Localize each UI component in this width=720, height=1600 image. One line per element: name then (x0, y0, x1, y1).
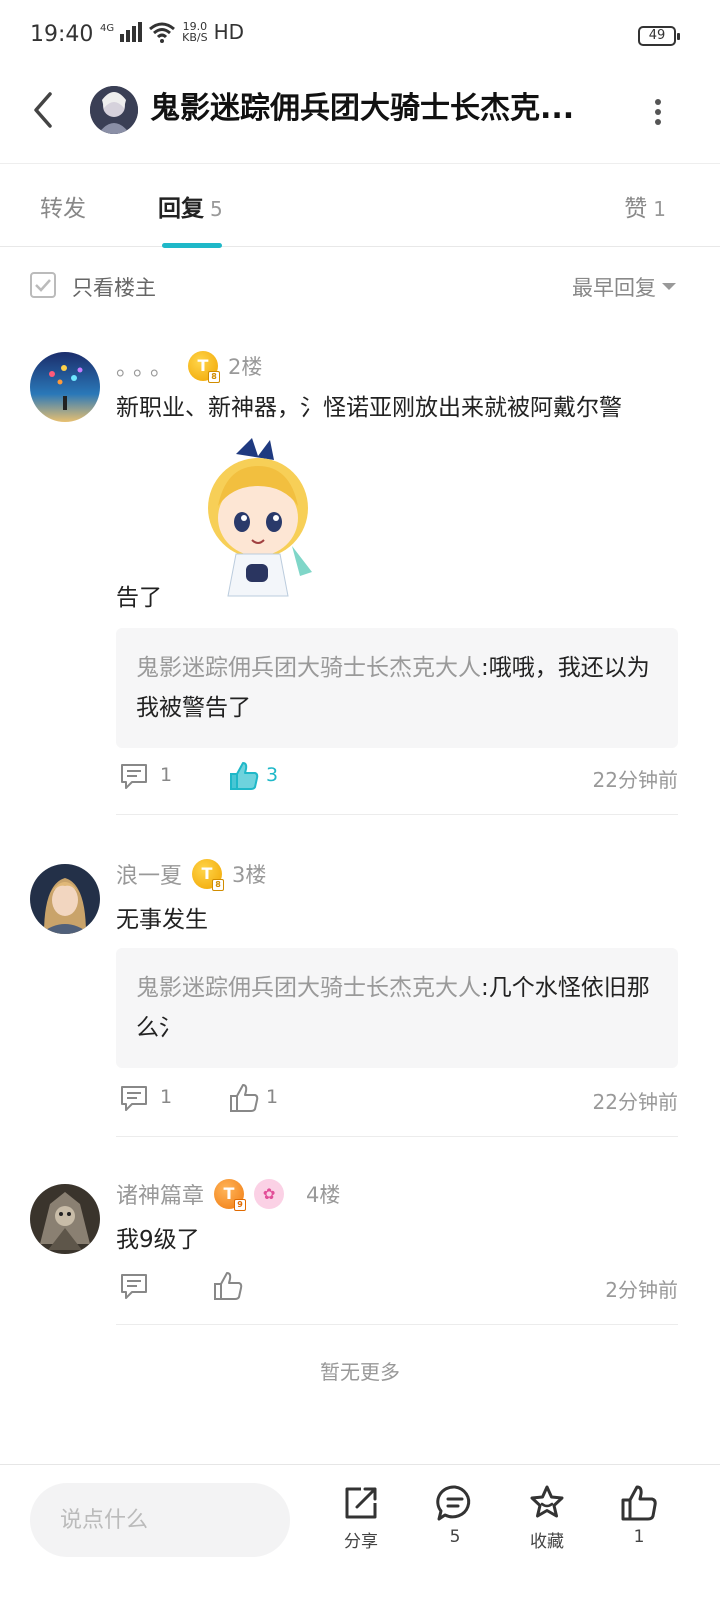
status-bar: 19:40 4G 19.0 KB/S HD 49 (0, 0, 720, 72)
avatar[interactable] (30, 352, 100, 422)
reply-meta: 诸神篇章 T9 ✿ 4楼 (116, 1178, 341, 1211)
level-badge-icon: T8 (188, 351, 221, 383)
reply-meta: 。。。 T8 2楼 (116, 350, 263, 383)
divider (116, 1136, 678, 1137)
username[interactable]: 浪一夏 (116, 858, 182, 890)
star-icon (530, 1485, 564, 1518)
badge-letter: T (197, 356, 209, 375)
avatar[interactable] (30, 864, 100, 934)
floor-number: 3楼 (232, 863, 267, 887)
comment-icon[interactable] (118, 760, 150, 792)
status-time: 19:40 (30, 22, 94, 47)
tab-likes[interactable]: 赞1 (624, 189, 666, 223)
like-count: 3 (266, 764, 279, 786)
sticker-image (196, 436, 330, 608)
avatar-image (90, 86, 138, 134)
username[interactable]: 。。。 (116, 350, 178, 382)
filter-row: 只看楼主 最早回复 (0, 248, 720, 324)
comments-count: 5 (449, 1527, 461, 1547)
tab-bar: 转发 回复 5 赞1 (0, 165, 720, 248)
reply-text-continued: 告了 (116, 585, 162, 611)
avatar[interactable] (30, 1184, 100, 1254)
back-icon[interactable] (26, 90, 66, 130)
tab-likes-label: 赞 (624, 196, 648, 222)
tab-replies-label: 回复 (158, 196, 204, 222)
avatar-image (30, 352, 100, 422)
comment-count: 1 (160, 1086, 173, 1108)
badge-mini: 9 (234, 1199, 247, 1211)
reply-actions: 2分钟前 (116, 1268, 678, 1308)
check-icon (35, 279, 51, 292)
badge-letter: T (201, 864, 213, 883)
caret-down-icon[interactable] (662, 283, 676, 290)
more-icon[interactable] (644, 96, 672, 128)
quoted-reply[interactable]: 鬼影迷踪佣兵团大骑士长杰克大人:哦哦，我还以为我被警告了 (116, 628, 678, 748)
thumbs-up-icon[interactable] (212, 1270, 244, 1302)
level-badge-icon: T8 (192, 859, 225, 891)
speed-unit: KB/S (182, 31, 208, 44)
thumbs-up-icon (621, 1485, 657, 1521)
network-speed: 19.0 KB/S (182, 21, 207, 43)
level-badge-icon: T9 (214, 1179, 247, 1211)
avatar-image (30, 864, 100, 934)
tab-replies-count: 5 (210, 197, 223, 221)
reply-time: 22分钟前 (592, 1090, 678, 1114)
reply-actions: 1 1 22分钟前 (116, 1080, 678, 1120)
only-op-checkbox[interactable] (30, 272, 56, 298)
reply-time: 22分钟前 (592, 768, 678, 792)
share-icon (345, 1487, 377, 1519)
thumbs-up-icon[interactable] (228, 1082, 260, 1114)
comment-icon[interactable] (118, 1270, 150, 1302)
top-nav: 鬼影迷踪佣兵团大骑士长杰克... (0, 72, 720, 164)
comment-count: 1 (160, 764, 173, 786)
quote-author[interactable]: 鬼影迷踪佣兵团大骑士长杰克大人 (136, 655, 481, 681)
reply-text: 无事发生 (116, 907, 208, 933)
reply-time: 2分钟前 (605, 1278, 678, 1302)
bottom-bar: 分享 5 收藏 1 (0, 1464, 720, 1600)
wifi-icon (149, 22, 176, 43)
page-title: 鬼影迷踪佣兵团大骑士长杰克... (150, 91, 575, 126)
quoted-reply[interactable]: 鬼影迷踪佣兵团大骑士长杰克大人:几个水怪依旧那么氵 (116, 948, 678, 1068)
comments-button[interactable]: 5 (420, 1483, 490, 1547)
fan-badge-icon: ✿ (254, 1179, 285, 1209)
badge-mini: 8 (208, 371, 221, 383)
floor-number: 2楼 (228, 355, 263, 379)
like-count: 1 (633, 1527, 645, 1547)
network-type: 4G (100, 23, 115, 34)
signal-icon (120, 22, 143, 42)
badge-letter: T (223, 1184, 235, 1203)
tab-repost[interactable]: 转发 (40, 189, 86, 223)
like-count: 1 (266, 1086, 279, 1108)
quote-author[interactable]: 鬼影迷踪佣兵团大骑士长杰克大人 (136, 975, 481, 1001)
header-avatar[interactable] (90, 86, 138, 134)
thumbs-up-icon[interactable] (228, 760, 260, 792)
favorite-button[interactable]: 收藏 (512, 1483, 582, 1552)
reply-text: 我9级了 (116, 1227, 200, 1253)
comment-icon[interactable] (118, 1082, 150, 1114)
tab-replies[interactable]: 回复 5 (158, 189, 223, 223)
reply-meta: 浪一夏 T8 3楼 (116, 858, 267, 891)
share-button[interactable]: 分享 (326, 1483, 396, 1552)
badge-mini: 8 (212, 879, 225, 891)
like-button[interactable]: 1 (604, 1483, 674, 1547)
reply-actions: 1 3 22分钟前 (116, 758, 678, 798)
username[interactable]: 诸神篇章 (116, 1178, 204, 1210)
chat-bubble-icon (436, 1485, 471, 1521)
favorite-label: 收藏 (530, 1532, 564, 1552)
only-op-label[interactable]: 只看楼主 (72, 272, 156, 302)
divider (116, 1324, 678, 1325)
status-icons: 4G 19.0 KB/S HD (100, 20, 244, 44)
tab-likes-count: 1 (653, 197, 666, 221)
avatar-image (30, 1184, 100, 1254)
tab-repost-label: 转发 (40, 196, 86, 222)
share-label: 分享 (344, 1532, 378, 1552)
sort-dropdown[interactable]: 最早回复 (572, 272, 656, 302)
floor-number: 4楼 (306, 1183, 341, 1207)
reply-text: 新职业、新神器，氵怪诺亚刚放出来就被阿戴尔警 (116, 395, 622, 421)
hd-indicator: HD (213, 20, 245, 44)
divider (116, 814, 678, 815)
no-more-label: 暂无更多 (320, 1360, 400, 1384)
battery-icon: 49 (638, 26, 680, 46)
comment-input[interactable] (30, 1483, 290, 1557)
